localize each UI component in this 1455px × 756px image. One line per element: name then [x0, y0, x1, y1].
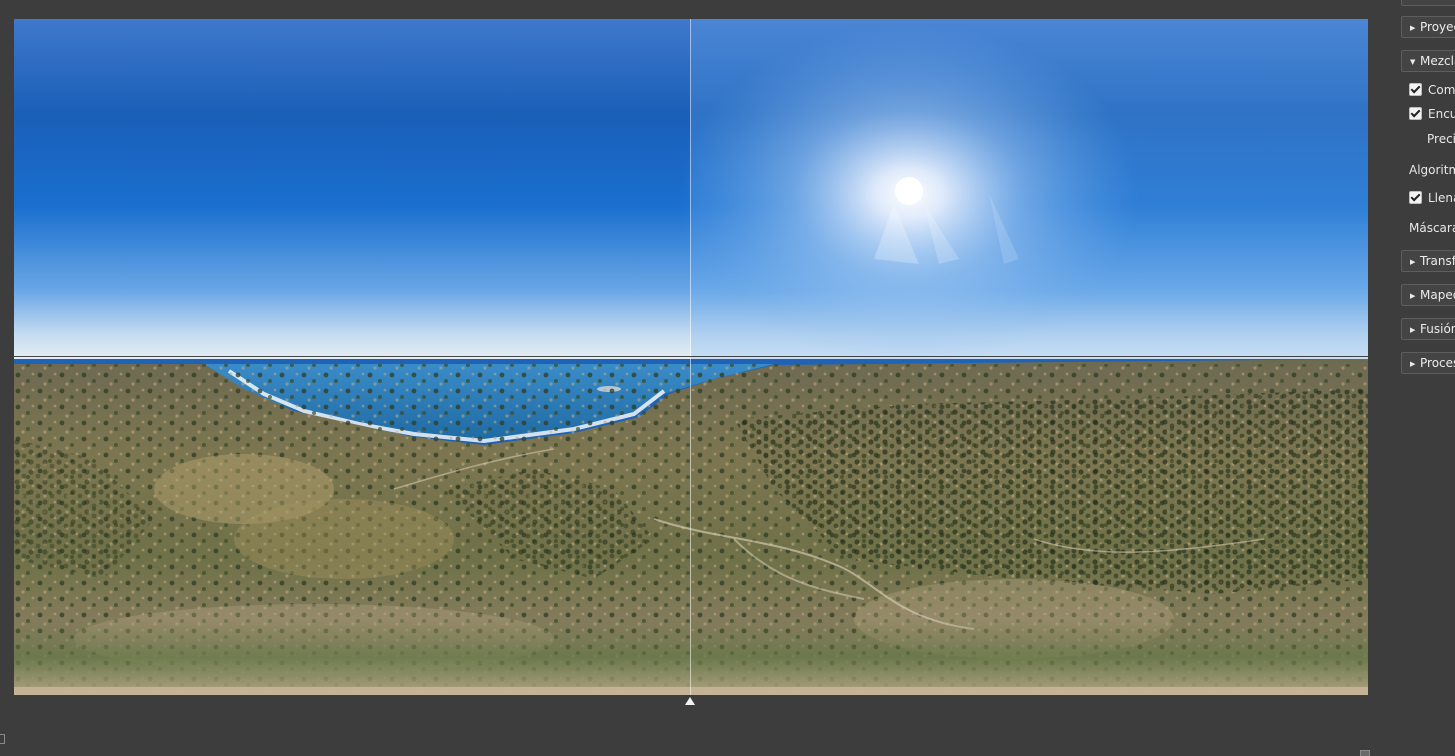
- settings-panel: ▶ Proyec ▼ Mezcla Comp Encu Precis Algorit…: [1400, 0, 1455, 756]
- vertical-center-guide[interactable]: [690, 19, 691, 695]
- collapse-arrow-icon: ▼: [1410, 58, 1416, 66]
- checkbox-llena[interactable]: [1409, 191, 1422, 204]
- option-label: Comp: [1428, 83, 1455, 97]
- expand-arrow-icon: ▶: [1410, 258, 1416, 266]
- option-row-comp[interactable]: Comp: [1409, 81, 1455, 99]
- section-label: Proyec: [1420, 20, 1455, 34]
- expand-arrow-icon: ▶: [1410, 24, 1416, 32]
- collapsed-section-stub[interactable]: [1401, 0, 1455, 6]
- masks-label: Máscaras: [1409, 221, 1455, 235]
- resize-grip-right[interactable]: [1360, 750, 1370, 756]
- option-label: Llena: [1428, 191, 1455, 205]
- expand-arrow-icon: ▶: [1410, 360, 1416, 368]
- algorithm-label: Algoritm: [1409, 163, 1455, 177]
- option-row-llena[interactable]: Llena: [1409, 189, 1455, 207]
- section-label: Mezcla: [1420, 54, 1455, 68]
- expand-arrow-icon: ▶: [1410, 326, 1416, 334]
- center-marker-handle[interactable]: [685, 697, 695, 705]
- checkbox-encu[interactable]: [1409, 107, 1422, 120]
- section-fusion[interactable]: ▶ Fusión: [1401, 318, 1455, 340]
- panorama-image: [14, 19, 1368, 695]
- precision-label: Precis: [1427, 132, 1455, 146]
- checkbox-comp[interactable]: [1409, 83, 1422, 96]
- section-label: Proces: [1420, 356, 1455, 370]
- horizon-guide[interactable]: [14, 356, 1368, 357]
- section-proyeccion[interactable]: ▶ Proyec: [1401, 16, 1455, 38]
- section-transformar[interactable]: ▶ Transfo: [1401, 250, 1455, 272]
- option-label: Encu: [1428, 107, 1455, 121]
- panorama-preview[interactable]: [14, 19, 1368, 695]
- section-label: Mapeo: [1420, 288, 1455, 302]
- resize-grip-left[interactable]: [0, 734, 5, 744]
- section-mapeo[interactable]: ▶ Mapeo: [1401, 284, 1455, 306]
- panorama-editor-window: ▶ Proyec ▼ Mezcla Comp Encu Precis Algorit…: [0, 0, 1455, 756]
- section-label: Fusión: [1420, 322, 1455, 336]
- section-mezcla[interactable]: ▼ Mezcla: [1401, 50, 1455, 72]
- section-procesado[interactable]: ▶ Proces: [1401, 352, 1455, 374]
- option-row-encu[interactable]: Encu: [1409, 105, 1455, 123]
- expand-arrow-icon: ▶: [1410, 292, 1416, 300]
- section-label: Transfo: [1420, 254, 1455, 268]
